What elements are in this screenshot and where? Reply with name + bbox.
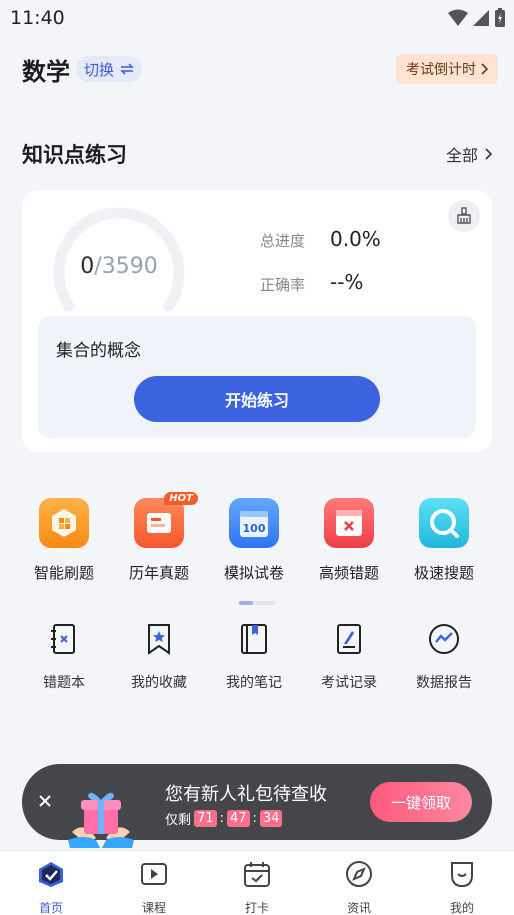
grid-item-frequent-errors[interactable]: 高频错题	[304, 498, 394, 583]
promo-countdown: 仅剩 71 : 47 : 34	[165, 809, 283, 828]
hot-badge: HOT	[164, 492, 198, 505]
frequent-errors-icon	[324, 498, 374, 548]
view-all-link[interactable]: 全部	[446, 142, 492, 166]
grid-label: 我的笔记	[226, 675, 282, 691]
nav-news[interactable]: 资讯	[329, 859, 389, 915]
chevron-right-icon	[481, 63, 488, 75]
grid-label: 历年真题	[128, 564, 189, 582]
grid-label: 模拟试卷	[223, 564, 284, 582]
nav-profile[interactable]: 我的	[432, 859, 492, 915]
nav-label: 首页	[38, 901, 63, 915]
chevron-right-icon	[485, 148, 492, 160]
swap-icon	[120, 63, 134, 75]
close-icon[interactable]	[34, 790, 56, 812]
smart-practice-icon	[39, 498, 89, 548]
nav-label: 课程	[141, 901, 166, 915]
section-title: 知识点练习	[22, 143, 127, 167]
practice-card: 0/3590 总进度 0.0% 正确率 --% 集合的概念 开始练习	[22, 190, 492, 452]
total-progress-value: 0.0%	[330, 227, 381, 251]
status-time: 11:40	[10, 7, 65, 29]
start-practice-button[interactable]: 开始练习	[134, 376, 380, 422]
page-indicator	[239, 601, 275, 605]
mock-paper-icon: 100	[229, 498, 279, 548]
timer-hours: 71	[194, 810, 217, 827]
grid-label: 极速搜题	[413, 564, 474, 582]
wifi-icon	[448, 9, 468, 26]
exam-countdown-button[interactable]: 考试倒计时	[396, 54, 498, 84]
nav-label: 资讯	[346, 901, 371, 915]
timer-separator: :	[219, 811, 224, 826]
notebook-icon	[241, 624, 267, 654]
nav-label: 打卡	[244, 901, 269, 915]
nav-course[interactable]: 课程	[124, 859, 184, 915]
grid-label: 考试记录	[321, 675, 377, 691]
gift-box-icon	[68, 792, 134, 848]
accuracy-label: 正确率	[260, 276, 306, 294]
countdown-label: 考试倒计时	[406, 62, 476, 78]
broom-icon	[457, 207, 471, 224]
checkin-icon	[244, 862, 270, 887]
signal-icon	[473, 10, 489, 26]
grid-item-search-question[interactable]: 极速搜题	[399, 498, 489, 583]
switch-label: 切换	[84, 60, 115, 79]
accuracy-value: --%	[330, 270, 364, 294]
subject-switch-button[interactable]: 切换	[76, 56, 143, 82]
current-topic: 集合的概念	[56, 341, 141, 361]
current-topic-box: 集合的概念 开始练习	[38, 316, 476, 438]
mock-paper-score: 100	[243, 522, 266, 535]
course-icon	[141, 863, 167, 885]
progress-count: 0/3590	[52, 254, 186, 279]
grid-item-exam-record[interactable]: 考试记录	[304, 622, 394, 692]
grid-item-data-report[interactable]: 数据报告	[399, 622, 489, 692]
nav-label: 我的	[449, 901, 474, 915]
progress-done: 0	[80, 254, 95, 279]
home-icon	[39, 862, 63, 887]
past-exams-icon: HOT	[134, 492, 198, 548]
claim-gift-button[interactable]: 一键领取	[370, 782, 472, 822]
grid-label: 智能刷题	[33, 564, 94, 582]
exam-record-icon	[337, 624, 361, 654]
grid-item-mock-paper[interactable]: 100 模拟试卷	[209, 498, 299, 583]
total-progress-label: 总进度	[260, 232, 306, 250]
profile-icon	[451, 862, 473, 888]
reset-progress-button[interactable]	[448, 200, 480, 232]
status-bar: 11:40	[0, 0, 514, 36]
promo-title: 您有新人礼包待查收	[165, 784, 327, 805]
page-indicator-active	[239, 601, 253, 605]
timer-minutes: 47	[226, 810, 250, 827]
progress-total: /3590	[94, 254, 158, 279]
timer-seconds: 34	[259, 810, 283, 827]
grid-label: 我的收藏	[131, 675, 187, 691]
grid-item-past-exams[interactable]: HOT 历年真题	[114, 492, 204, 583]
data-report-icon	[429, 624, 459, 654]
nav-home[interactable]: 首页	[21, 859, 81, 915]
bookmark-icon	[148, 624, 170, 655]
compass-icon	[346, 861, 372, 887]
grid-item-smart-practice[interactable]: 智能刷题	[19, 498, 109, 583]
grid-item-error-book[interactable]: 错题本	[19, 622, 109, 692]
nav-checkin[interactable]: 打卡	[227, 859, 287, 915]
error-book-icon	[51, 624, 75, 654]
grid-label: 错题本	[43, 675, 85, 691]
search-question-icon	[419, 498, 469, 548]
battery-icon	[495, 8, 505, 27]
grid-label: 高频错题	[318, 564, 379, 582]
bottom-nav: 首页 课程 打卡 资讯 我的	[0, 850, 514, 915]
grid-item-bookmark[interactable]: 我的收藏	[114, 622, 204, 692]
timer-separator: :	[252, 811, 257, 826]
view-all-label: 全部	[445, 146, 478, 165]
promo-remain-label: 仅剩	[165, 813, 192, 828]
subject-title: 数学	[22, 58, 70, 86]
new-user-gift-banner[interactable]: 您有新人礼包待查收 仅剩 71 : 47 : 34 一键领取	[22, 764, 492, 848]
grid-label: 数据报告	[416, 675, 472, 691]
grid-item-notebook[interactable]: 我的笔记	[209, 622, 299, 692]
